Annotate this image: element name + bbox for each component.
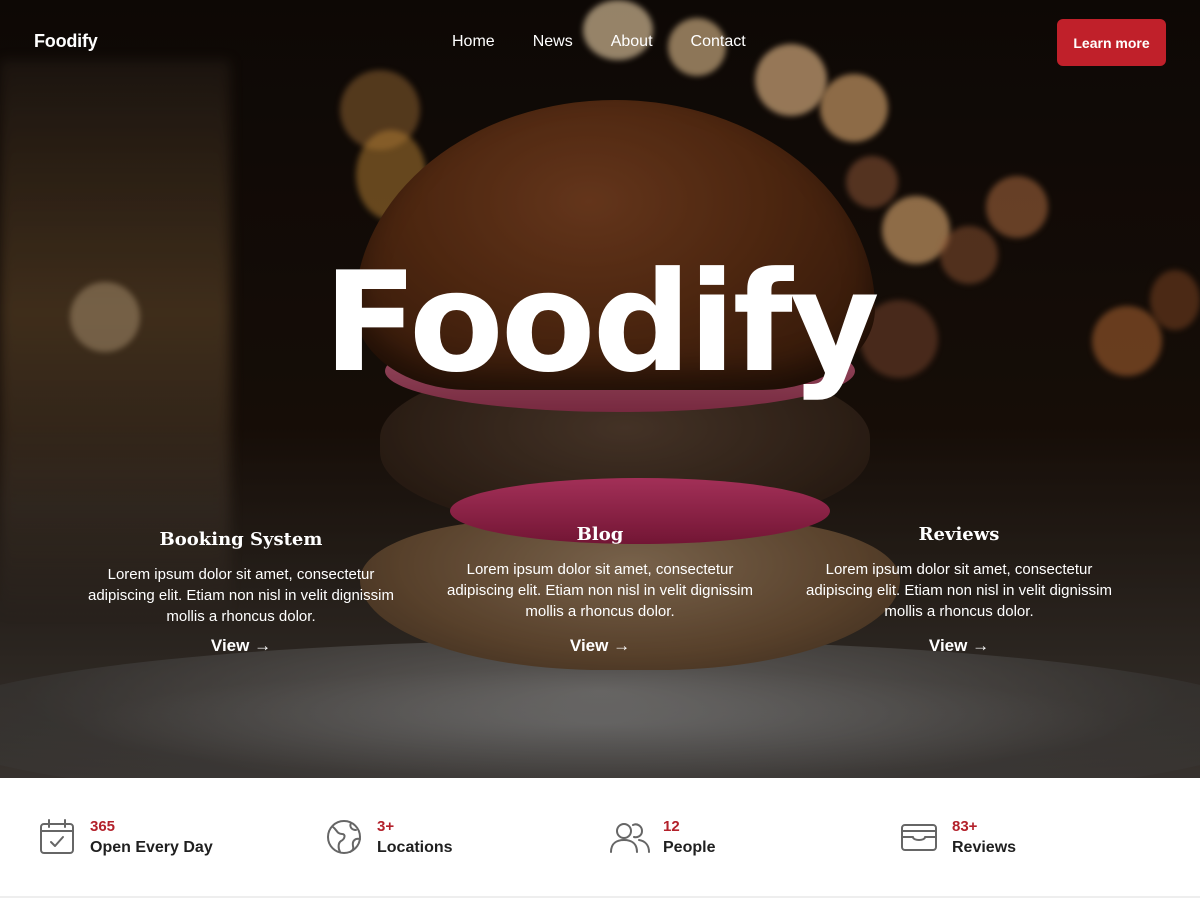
globe-icon <box>327 820 361 854</box>
view-reviews-link[interactable]: View → <box>929 636 989 656</box>
stat-open-days: 365 Open Every Day <box>38 818 213 860</box>
nav-news[interactable]: News <box>533 33 573 51</box>
stat-text: 83+ Reviews <box>952 818 1016 860</box>
site-header: Foodify Home News About Contact Learn mo… <box>0 0 1200 86</box>
stat-number: 83+ <box>952 818 978 835</box>
stat-text: 12 People <box>663 818 715 860</box>
stat-reviews: 83+ Reviews <box>900 818 1016 860</box>
stat-locations: 3+ Locations <box>325 818 453 860</box>
feature-text: Lorem ipsum dolor sit amet, consectetur … <box>447 561 753 620</box>
hero-title: Foodify <box>323 242 879 403</box>
main-nav: Home News About Contact <box>452 33 784 51</box>
stat-text: 3+ Locations <box>377 818 453 860</box>
feature-title: Reviews <box>918 524 1000 545</box>
stat-label: Reviews <box>952 839 1017 856</box>
stat-number: 3+ <box>377 818 395 835</box>
stat-people: 12 People <box>609 818 715 860</box>
nav-contact[interactable]: Contact <box>691 33 746 51</box>
view-blog-link[interactable]: View → <box>570 636 630 656</box>
feature-text: Lorem ipsum dolor sit amet, consectetur … <box>88 566 394 625</box>
feature-booking: Booking System Lorem ipsum dolor sit ame… <box>81 529 401 656</box>
view-booking-link[interactable]: View → <box>211 636 271 656</box>
stat-text: 365 Open Every Day <box>90 818 213 860</box>
wallet-icon <box>901 824 937 851</box>
people-icon <box>610 823 650 853</box>
stat-label: People <box>663 839 716 856</box>
feature-reviews: Reviews Lorem ipsum dolor sit amet, cons… <box>799 524 1119 656</box>
nav-about[interactable]: About <box>611 33 653 51</box>
site-logo[interactable]: Foodify <box>34 31 98 52</box>
stats-bar: 365 Open Every Day 3+ Locations 12 Peopl… <box>0 778 1200 898</box>
feature-blog: Blog Lorem ipsum dolor sit amet, consect… <box>440 524 760 656</box>
feature-title: Blog <box>576 524 624 545</box>
stat-number: 365 <box>90 818 116 835</box>
learn-more-button[interactable]: Learn more <box>1057 19 1166 66</box>
nav-home[interactable]: Home <box>452 33 495 51</box>
calendar-check-icon <box>40 819 74 854</box>
stat-label: Locations <box>377 839 453 856</box>
stat-label: Open Every Day <box>90 839 213 856</box>
feature-text: Lorem ipsum dolor sit amet, consectetur … <box>806 561 1112 620</box>
stat-number: 12 <box>663 818 680 835</box>
feature-title: Booking System <box>159 529 323 550</box>
